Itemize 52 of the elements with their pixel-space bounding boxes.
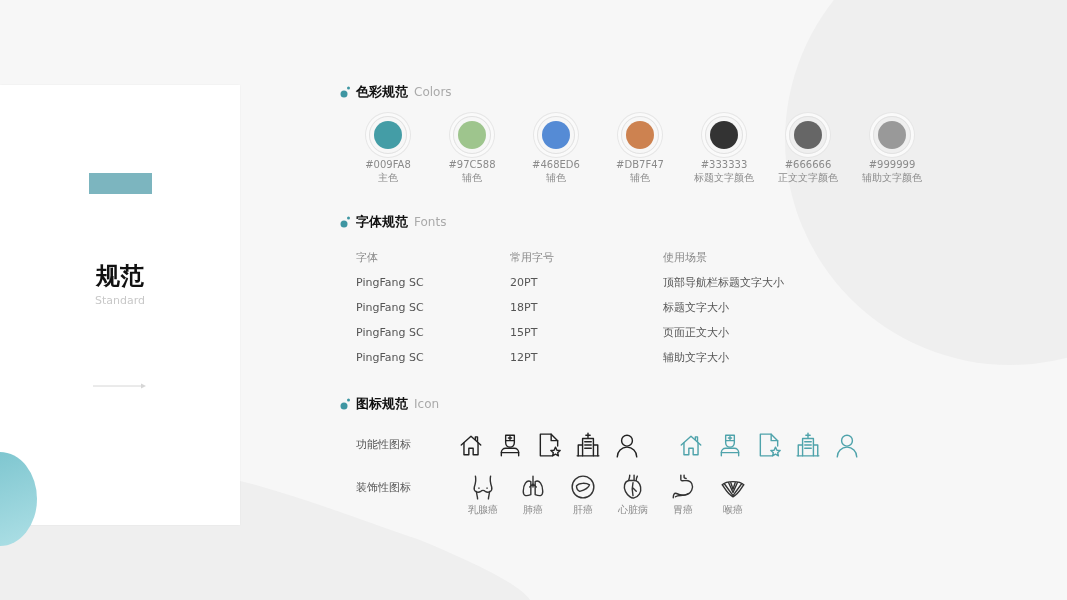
color-usage: 辅色 <box>630 171 650 184</box>
color-code: #666666 <box>784 158 832 171</box>
cover-title: 规范 <box>96 262 144 291</box>
color-code: #999999 <box>868 158 916 171</box>
arrow-icon <box>93 382 147 389</box>
color-usage: 辅色 <box>462 171 482 184</box>
row-label: 装饰性图标 <box>356 480 412 496</box>
section-subtitle: Fonts <box>414 214 447 231</box>
color-code: #97C588 <box>448 158 496 171</box>
section-subtitle: Colors <box>414 84 452 101</box>
table-cell-text: 18PT <box>510 300 539 317</box>
column-header: 使用场景 <box>663 250 708 267</box>
color-usage: 标题文字颜色 <box>694 171 754 184</box>
row-label: 功能性图标 <box>356 436 412 453</box>
color-usage: 辅色 <box>546 171 566 184</box>
table-cell-text: 顶部导航栏标题文字大小 <box>663 275 785 292</box>
color-code: #468ED6 <box>532 158 580 171</box>
breast-icon <box>470 474 496 500</box>
bullet-icon <box>340 216 350 228</box>
bullet-icon <box>340 398 350 410</box>
bullet-icon <box>340 86 350 98</box>
column-header: 常用字号 <box>510 250 555 267</box>
table-cell-text: 20PT <box>510 275 539 292</box>
icon-caption: 心脏病 <box>618 503 648 517</box>
table-cell-text: 15PT <box>510 325 539 342</box>
color-usage: 主色 <box>378 171 398 184</box>
table-cell-text: 辅助文字大小 <box>663 350 730 367</box>
color-code: #009FA8 <box>365 158 411 171</box>
table-cell-text: PingFang SC <box>356 350 425 367</box>
stomach-icon <box>670 474 696 500</box>
table-cell-text: PingFang SC <box>356 300 425 317</box>
color-code: #333333 <box>700 158 748 171</box>
icon-caption: 肺癌 <box>523 503 543 517</box>
icon-caption: 喉癌 <box>723 503 743 517</box>
color-usage: 正文文字颜色 <box>778 171 838 184</box>
color-code: #DB7F47 <box>616 158 664 171</box>
accent-bar <box>88 173 152 194</box>
section-title: 图标规范 <box>356 395 408 414</box>
section-subtitle: Icon <box>414 396 440 413</box>
color-usage: 辅助文字颜色 <box>862 171 922 184</box>
table-cell-text: 12PT <box>510 350 539 367</box>
liver-icon <box>570 474 596 500</box>
table-cell-text: 标题文字大小 <box>663 300 730 317</box>
section-title: 色彩规范 <box>356 83 408 102</box>
table-cell-text: PingFang SC <box>356 275 425 292</box>
table-cell-text: PingFang SC <box>356 325 425 342</box>
table-cell-text: 页面正文大小 <box>663 325 730 342</box>
icon-caption: 乳腺癌 <box>468 503 498 517</box>
section-title: 字体规范 <box>356 213 408 232</box>
icon-caption: 肝癌 <box>573 503 593 517</box>
column-header: 字体 <box>356 250 379 267</box>
icon-caption: 胃癌 <box>673 503 693 517</box>
